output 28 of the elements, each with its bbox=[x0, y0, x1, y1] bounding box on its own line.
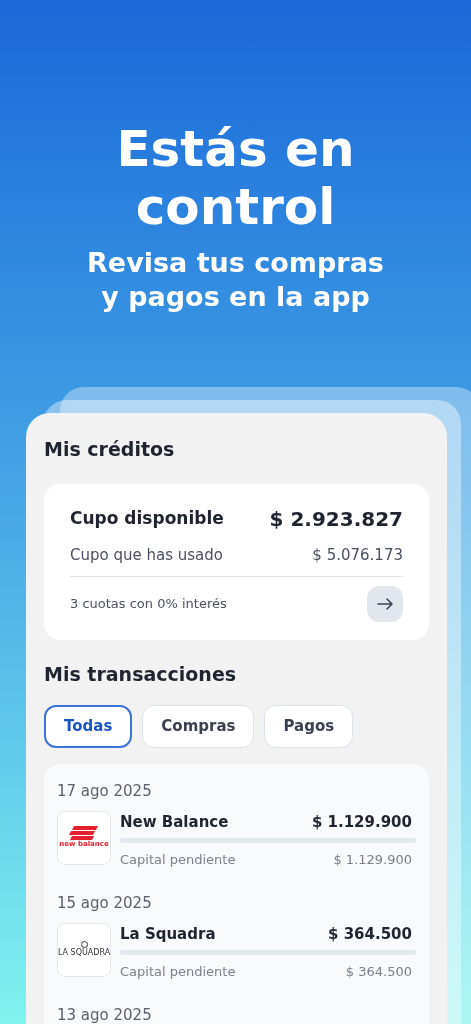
detail-amount: $ 1.129.900 bbox=[333, 851, 412, 869]
store-name: New Balance bbox=[120, 811, 229, 833]
filter-tab[interactable]: Compras bbox=[142, 704, 255, 748]
stripes-icon bbox=[68, 826, 100, 840]
promo-text: 3 cuotas con 0% interés bbox=[70, 595, 227, 614]
used-label: Cupo que has usado bbox=[70, 544, 223, 566]
logo-text: LA SQUADRA bbox=[57, 948, 111, 958]
subheadline: Revisa tus compras y pagos en la app bbox=[87, 246, 384, 314]
available-label: Cupo disponible bbox=[70, 506, 224, 530]
section-title: Mis transacciones bbox=[44, 662, 238, 687]
next-button[interactable] bbox=[367, 586, 403, 622]
arrow-right-icon bbox=[377, 598, 393, 610]
detail-amount: $ 364.500 bbox=[345, 963, 412, 981]
store-name: La Squadra bbox=[120, 923, 216, 945]
headline: Estás en control bbox=[116, 120, 355, 236]
detail-label: Capital pendiente bbox=[120, 851, 236, 869]
filter-tab[interactable]: Pagos bbox=[264, 704, 354, 748]
date-label: 13 ago 2025 bbox=[57, 1005, 153, 1024]
date-label: 17 ago 2025 bbox=[57, 781, 153, 800]
detail-label: Capital pendiente bbox=[120, 963, 236, 981]
emblem-icon bbox=[80, 941, 88, 948]
used-amount: $ 5.076.173 bbox=[312, 544, 403, 566]
amount: $ 1.129.900 bbox=[311, 811, 412, 833]
filter-tab[interactable]: Todas bbox=[44, 704, 133, 748]
date-label: 15 ago 2025 bbox=[57, 893, 153, 912]
section-title: Mis créditos bbox=[44, 437, 176, 462]
amount: $ 364.500 bbox=[328, 923, 412, 945]
available-amount: $ 2.923.827 bbox=[269, 505, 403, 533]
